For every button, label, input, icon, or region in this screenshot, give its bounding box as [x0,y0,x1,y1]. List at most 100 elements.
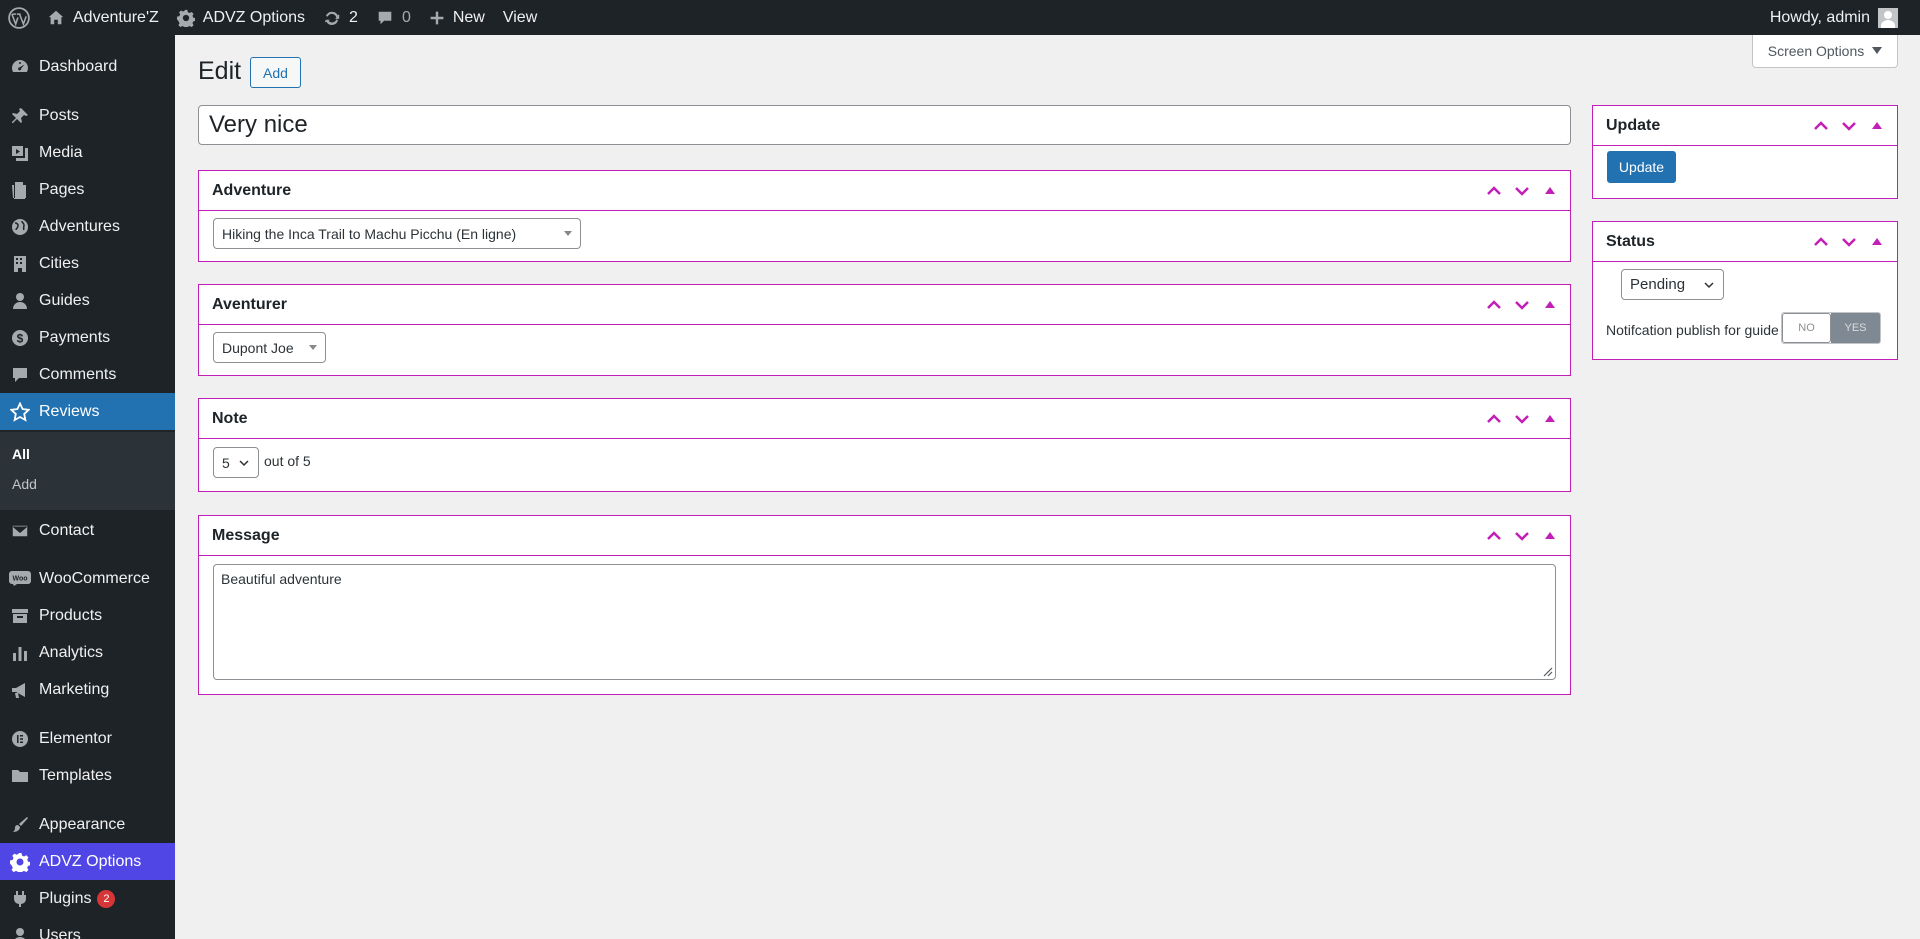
move-up-button[interactable] [1484,181,1504,201]
paintbrush-icon [12,816,28,832]
submenu-item-all[interactable]: All [12,446,30,462]
move-down-button[interactable] [1512,409,1532,429]
sidebar-item-cities[interactable]: Cities [0,245,175,282]
notification-toggle[interactable]: NO YES [1781,312,1881,344]
bar-chart-icon [12,646,27,661]
toggle-panel-button[interactable] [1540,526,1560,546]
triangle-up-icon [1872,238,1882,245]
view-link[interactable]: View [494,0,546,35]
comments-link[interactable]: 0 [367,0,420,35]
new-content-link[interactable]: New [420,0,494,35]
svg-text:Woo: Woo [12,575,27,582]
triangle-down-icon [1872,47,1883,54]
move-up-button[interactable] [1811,116,1831,136]
comments-count: 0 [401,8,411,26]
page-title: Edit [198,57,242,85]
globe-icon [11,218,28,235]
sidebar-item-products[interactable]: Products [0,597,175,634]
move-up-button[interactable] [1484,409,1504,429]
move-down-button[interactable] [1512,295,1532,315]
aventurer-select[interactable]: Dupont Joe [213,332,326,363]
note-select-value: 5 [222,454,230,471]
adventure-metabox-header: Adventure [199,171,1570,211]
sidebar-item-users[interactable]: Users [0,917,175,939]
sidebar-item-guides[interactable]: Guides [0,282,175,319]
message-textarea[interactable]: Beautiful adventure [213,564,1556,680]
media-icon [11,145,28,161]
message-metabox: Message Beautiful adventure [198,515,1571,695]
site-name-link[interactable]: Adventure'Z [38,0,168,35]
folder-icon [11,769,28,782]
sidebar-item-advz-options[interactable]: ADVZ Options [0,843,175,880]
move-up-button[interactable] [1811,232,1831,252]
sidebar-label-pages: Pages [39,180,85,198]
toggle-panel-button[interactable] [1540,181,1560,201]
status-metabox-title: Status [1606,232,1655,250]
toggle-panel-button[interactable] [1867,116,1887,136]
move-down-button[interactable] [1512,181,1532,201]
adventure-select-value: Hiking the Inca Trail to Machu Picchu (E… [222,225,517,242]
home-icon [48,10,64,24]
sidebar-item-templates[interactable]: Templates [0,757,175,794]
sidebar-item-plugins[interactable]: Plugins 2 [0,880,175,917]
post-title-input[interactable] [198,105,1571,145]
sidebar-item-appearance[interactable]: Appearance [0,806,175,843]
my-account-link[interactable]: Howdy, admin [1770,0,1920,35]
sidebar-label-templates: Templates [39,766,112,784]
sidebar-item-contact[interactable]: Contact [0,512,175,549]
sidebar-item-reviews[interactable]: Reviews [0,393,175,430]
move-down-button[interactable] [1839,232,1859,252]
mail-icon [10,523,29,538]
updates-link[interactable]: 2 [314,0,367,35]
move-down-button[interactable] [1512,526,1532,546]
view-label: View [502,8,538,26]
status-select[interactable]: Pending [1621,269,1724,300]
chevron-down-icon [1704,281,1714,288]
sidebar-item-comments[interactable]: Comments [0,356,175,393]
aventurer-select-value: Dupont Joe [222,339,294,356]
sidebar-item-elementor[interactable]: Elementor [0,720,175,757]
sidebar-item-adventures[interactable]: Adventures [0,208,175,245]
caret-down-icon [309,344,317,350]
message-text: Beautiful adventure [221,571,342,587]
toggle-yes[interactable]: YES [1831,313,1880,343]
note-select[interactable]: 5 [213,447,259,478]
updates-count: 2 [349,8,358,26]
adventure-select[interactable]: Hiking the Inca Trail to Machu Picchu (E… [213,218,581,249]
sidebar-label-adventures: Adventures [39,217,120,235]
sidebar-item-woocommerce[interactable]: Woo WooCommerce [0,560,175,597]
chevron-up-icon [1487,186,1501,195]
move-up-button[interactable] [1484,526,1504,546]
star-icon [9,401,30,422]
toggle-no[interactable]: NO [1782,313,1832,343]
dollar-icon: $ [11,329,28,346]
adventure-metabox-title: Adventure [212,181,292,199]
sidebar-item-media[interactable]: Media [0,134,175,171]
chevron-down-icon [1842,122,1856,131]
sidebar-item-payments[interactable]: $ Payments [0,319,175,356]
sidebar-item-marketing[interactable]: Marketing [0,671,175,708]
avatar [1878,7,1898,28]
update-button[interactable]: Update [1607,151,1676,183]
sidebar-item-posts[interactable]: Posts [0,97,175,134]
move-up-button[interactable] [1484,295,1504,315]
toggle-panel-button[interactable] [1540,295,1560,315]
note-metabox-title: Note [212,409,248,427]
chevron-down-icon [239,459,249,466]
advz-options-link[interactable]: ADVZ Options [168,0,314,35]
wordpress-logo-button[interactable] [0,0,38,35]
sidebar-label-payments: Payments [39,328,111,346]
chevron-down-icon [1842,238,1856,247]
submenu-item-add[interactable]: Add [12,476,37,492]
sidebar-item-analytics[interactable]: Analytics [0,634,175,671]
toggle-panel-button[interactable] [1867,232,1887,252]
add-new-button[interactable]: Add [250,57,301,88]
toggle-panel-button[interactable] [1540,409,1560,429]
move-down-button[interactable] [1839,116,1859,136]
screen-options-button[interactable]: Screen Options [1752,35,1898,68]
triangle-up-icon [1545,532,1555,539]
sidebar-item-dashboard[interactable]: Dashboard [0,48,175,85]
resize-grip-icon[interactable] [1541,665,1553,677]
user-icon [12,292,27,309]
sidebar-item-pages[interactable]: Pages [0,171,175,208]
